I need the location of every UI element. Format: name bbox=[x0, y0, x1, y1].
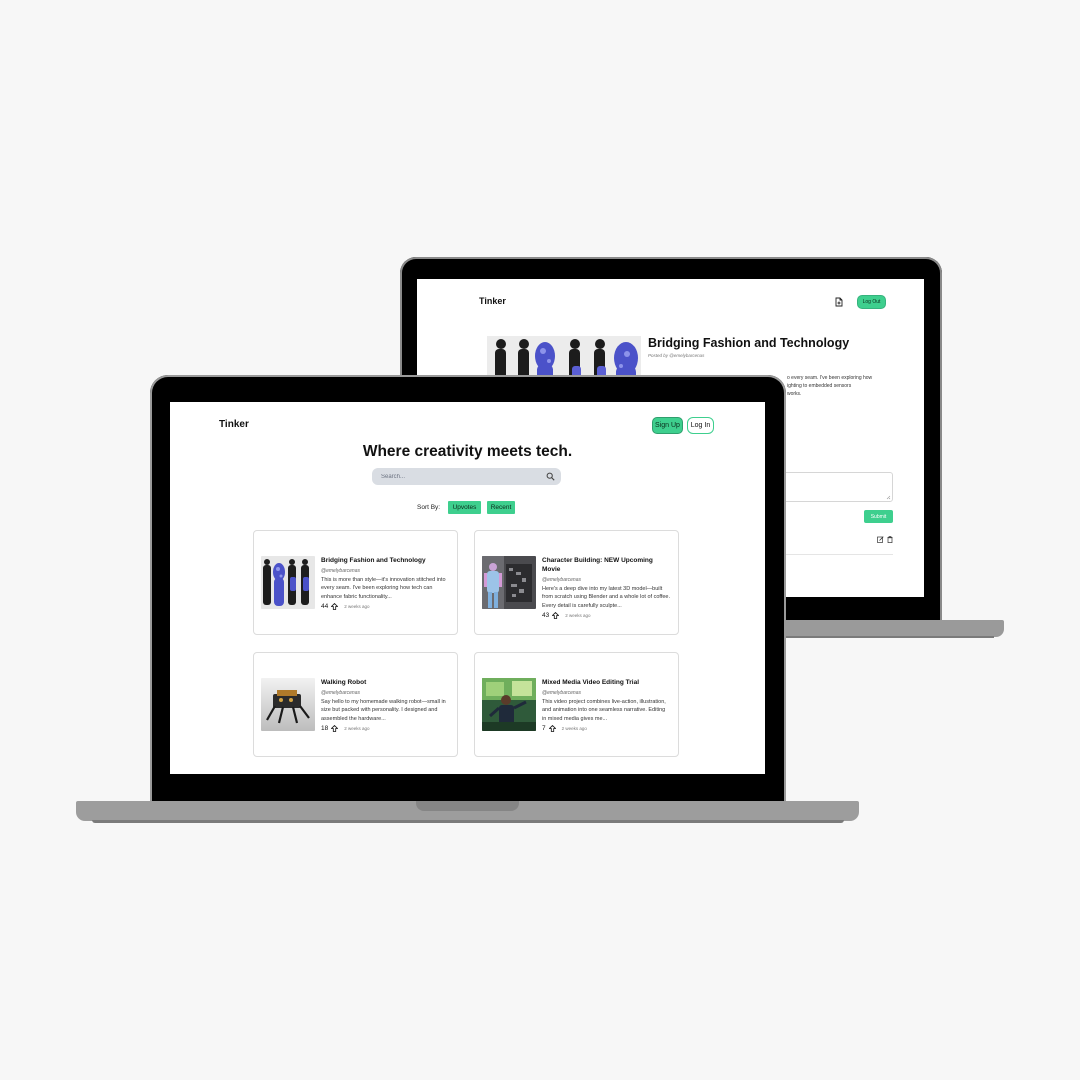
signup-button[interactable]: Sign Up bbox=[652, 417, 683, 434]
post-meta: 43 2 weeks ago bbox=[542, 612, 591, 619]
back-laptop-base-edge bbox=[786, 636, 994, 638]
sort-upvotes-button[interactable]: Upvotes bbox=[448, 501, 481, 514]
post-title: Bridging Fashion and Technology bbox=[648, 336, 850, 350]
post-author[interactable]: @emelybarcenas bbox=[542, 690, 581, 696]
post-meta: 7 2 weeks ago bbox=[542, 725, 587, 732]
post-description: This is more than style—it's innovation … bbox=[321, 577, 446, 600]
search-bar bbox=[372, 468, 561, 485]
post-description: Here's a deep dive into my latest 3D mod… bbox=[542, 586, 670, 609]
post-meta: 44 2 weeks ago bbox=[321, 603, 370, 610]
front-laptop: Tinker Sign Up Log In Where creativity m… bbox=[150, 375, 786, 805]
post-thumbnail bbox=[482, 678, 536, 731]
post-timestamp: 2 weeks ago bbox=[344, 604, 370, 609]
search-input[interactable] bbox=[372, 468, 541, 485]
sort-label: Sort By: bbox=[417, 504, 441, 511]
front-laptop-notch bbox=[416, 801, 519, 811]
post-author: Posted by @emelybarcenas bbox=[648, 353, 705, 358]
login-button[interactable]: Log In bbox=[687, 417, 714, 434]
logout-button[interactable]: Log Out bbox=[857, 295, 886, 309]
post-timestamp: 2 weeks ago bbox=[561, 726, 587, 731]
back-laptop-base bbox=[776, 620, 1004, 637]
post-author[interactable]: @emelybarcenas bbox=[542, 577, 581, 583]
post-meta: 18 2 weeks ago bbox=[321, 725, 370, 732]
post-title[interactable]: Bridging Fashion and Technology bbox=[321, 556, 451, 565]
post-description: Say hello to my homemade walking robot—s… bbox=[321, 699, 446, 722]
upvote-count: 7 bbox=[542, 725, 546, 732]
trash-icon[interactable] bbox=[887, 536, 893, 543]
edit-icon[interactable] bbox=[877, 536, 884, 543]
post-title[interactable]: Walking Robot bbox=[321, 678, 451, 687]
post-thumbnail bbox=[482, 556, 536, 609]
resize-handle-icon[interactable] bbox=[886, 495, 891, 500]
post-thumbnail bbox=[261, 678, 315, 731]
post-title[interactable]: Character Building: NEW Upcoming Movie bbox=[542, 556, 672, 574]
submit-comment-button[interactable]: Submit bbox=[864, 510, 893, 523]
new-post-icon[interactable] bbox=[834, 297, 844, 307]
upvote-icon[interactable] bbox=[331, 725, 339, 732]
post-author[interactable]: @emelybarcenas bbox=[321, 568, 360, 574]
upvote-icon[interactable] bbox=[548, 725, 556, 732]
post-card[interactable]: Bridging Fashion and Technology @emelyba… bbox=[253, 530, 458, 635]
page-headline: Where creativity meets tech. bbox=[362, 443, 573, 460]
post-description: This video project combines live-action,… bbox=[542, 699, 666, 722]
upvote-count: 43 bbox=[542, 612, 550, 619]
post-timestamp: 2 weeks ago bbox=[565, 613, 591, 618]
post-title[interactable]: Mixed Media Video Editing Trial bbox=[542, 678, 672, 687]
post-timestamp: 2 weeks ago bbox=[344, 726, 370, 731]
post-card[interactable]: Character Building: NEW Upcoming Movie @… bbox=[474, 530, 679, 635]
sort-recent-button[interactable]: Recent bbox=[487, 501, 515, 514]
upvote-count: 44 bbox=[321, 603, 329, 610]
upvote-icon[interactable] bbox=[331, 603, 339, 610]
post-author[interactable]: @emelybarcenas bbox=[321, 690, 360, 696]
brand-logo[interactable]: Tinker bbox=[479, 296, 506, 306]
post-card[interactable]: Walking Robot @emelybarcenas Say hello t… bbox=[253, 652, 458, 757]
post-thumbnail bbox=[261, 556, 315, 609]
post-card[interactable]: Mixed Media Video Editing Trial @emelyba… bbox=[474, 652, 679, 757]
upvote-count: 18 bbox=[321, 725, 329, 732]
front-laptop-base-edge bbox=[92, 820, 844, 823]
front-laptop-screen: Tinker Sign Up Log In Where creativity m… bbox=[170, 402, 765, 774]
brand-logo[interactable]: Tinker bbox=[219, 419, 249, 430]
search-icon[interactable] bbox=[546, 472, 555, 481]
upvote-icon[interactable] bbox=[552, 612, 560, 619]
